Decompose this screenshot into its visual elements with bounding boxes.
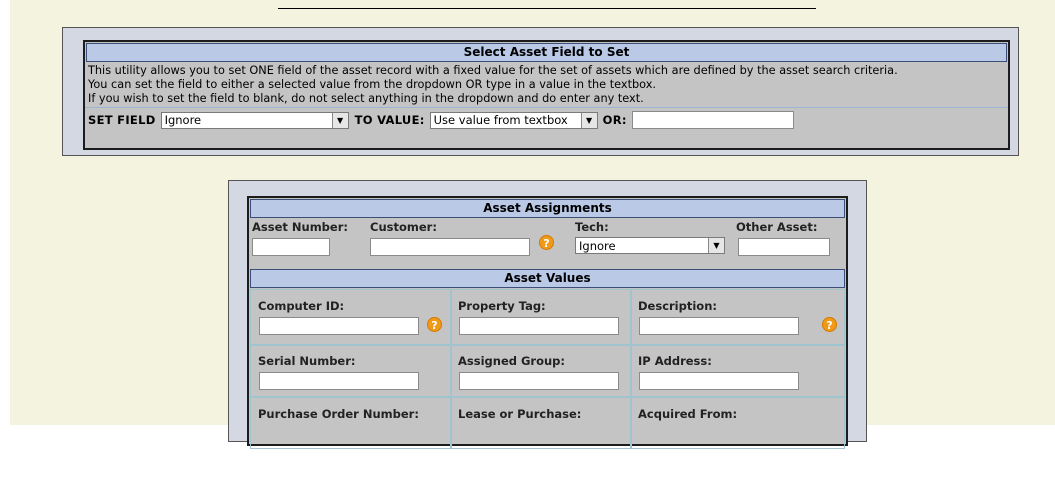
- purchase-order-label: Purchase Order Number:: [258, 407, 419, 421]
- set-field-select-value: Ignore: [164, 113, 202, 127]
- set-field-row: SET FIELD Ignore ▼ TO VALUE: Use value f…: [85, 108, 1008, 132]
- help-icon[interactable]: ?: [822, 317, 837, 332]
- other-asset-input[interactable]: [738, 238, 830, 256]
- assigned-group-label: Assigned Group:: [458, 354, 566, 368]
- property-tag-cell: Property Tag:: [451, 289, 631, 345]
- help-icon[interactable]: ?: [427, 317, 442, 332]
- chevron-down-icon[interactable]: ▼: [708, 238, 724, 253]
- serial-number-label: Serial Number:: [258, 354, 356, 368]
- ip-address-label: IP Address:: [638, 354, 712, 368]
- description-line-2: You can set the field to either a select…: [88, 78, 657, 91]
- property-tag-input[interactable]: [459, 317, 619, 335]
- or-label: OR:: [602, 113, 627, 127]
- set-field-label: SET FIELD: [88, 113, 156, 127]
- description-line-3: If you wish to set the field to blank, d…: [88, 92, 644, 105]
- asset-assignments-row: Asset Number: Customer: ? Tech: Ignore ▼…: [249, 218, 846, 268]
- serial-number-input[interactable]: [259, 372, 419, 390]
- asset-criteria-panel: Asset Assignments Asset Number: Customer…: [247, 196, 848, 449]
- to-value-select-value: Use value from textbox: [433, 113, 568, 127]
- description-line-1: This utility allows you to set ONE field…: [88, 64, 898, 77]
- asset-assignments-title: Asset Assignments: [250, 199, 845, 218]
- asset-values-title: Asset Values: [250, 269, 845, 288]
- set-field-panel: Select Asset Field to Set This utility a…: [83, 40, 1010, 150]
- description-input[interactable]: [639, 317, 799, 335]
- tech-label: Tech:: [575, 220, 609, 234]
- lease-purchase-label: Lease or Purchase:: [458, 407, 582, 421]
- serial-number-cell: Serial Number:: [250, 345, 451, 397]
- computer-id-cell: Computer ID: ?: [250, 289, 451, 345]
- assigned-group-cell: Assigned Group:: [451, 345, 631, 397]
- set-field-description: This utility allows you to set ONE field…: [85, 62, 1008, 108]
- to-value-label: TO VALUE:: [354, 113, 425, 127]
- set-field-title: Select Asset Field to Set: [86, 43, 1007, 62]
- help-icon[interactable]: ?: [539, 235, 554, 250]
- tech-select-value: Ignore: [579, 238, 616, 253]
- assigned-group-input[interactable]: [459, 372, 619, 390]
- purchase-order-cell: Purchase Order Number:: [250, 397, 451, 449]
- ip-address-input[interactable]: [639, 372, 799, 390]
- lease-purchase-cell: Lease or Purchase:: [451, 397, 631, 449]
- other-asset-label: Other Asset:: [736, 220, 818, 234]
- computer-id-input[interactable]: [259, 317, 419, 335]
- asset-number-label: Asset Number:: [252, 220, 348, 234]
- set-field-select[interactable]: Ignore ▼: [160, 111, 349, 129]
- divider-line: [278, 8, 816, 9]
- description-label: Description:: [638, 299, 717, 313]
- asset-number-input[interactable]: [252, 238, 330, 256]
- acquired-from-label: Acquired From:: [638, 407, 738, 421]
- asset-values-grid: Computer ID: ? Property Tag: Description…: [249, 288, 846, 488]
- ip-address-cell: IP Address:: [631, 345, 845, 397]
- tech-select[interactable]: Ignore ▼: [575, 237, 725, 254]
- customer-label: Customer:: [370, 220, 437, 234]
- computer-id-label: Computer ID:: [258, 299, 345, 313]
- or-value-input[interactable]: [631, 111, 794, 129]
- acquired-from-cell: Acquired From:: [631, 397, 845, 449]
- chevron-down-icon[interactable]: ▼: [580, 112, 597, 128]
- set-field-frame: Select Asset Field to Set This utility a…: [62, 27, 1019, 156]
- customer-input[interactable]: [370, 238, 530, 256]
- description-cell: Description: ?: [631, 289, 845, 345]
- property-tag-label: Property Tag:: [458, 299, 546, 313]
- chevron-down-icon[interactable]: ▼: [331, 112, 348, 128]
- asset-criteria-frame: Asset Assignments Asset Number: Customer…: [228, 180, 867, 449]
- to-value-select[interactable]: Use value from textbox ▼: [429, 111, 598, 129]
